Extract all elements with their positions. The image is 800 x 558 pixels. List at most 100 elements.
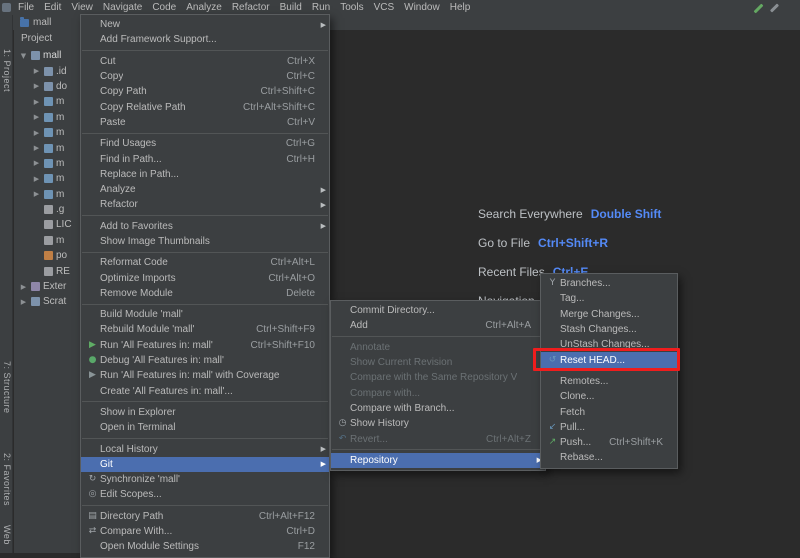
menu-item-paste[interactable]: PasteCtrl+V <box>81 115 329 130</box>
menu-item-clone[interactable]: Clone... <box>541 389 677 404</box>
menubar-item-navigate[interactable]: Navigate <box>98 2 147 13</box>
menubar-item-vcs[interactable]: VCS <box>369 2 400 13</box>
menu-item-git[interactable]: Git▶ <box>81 457 329 472</box>
menu-item-optimize-imports[interactable]: Optimize ImportsCtrl+Alt+O <box>81 270 329 285</box>
menu-item-show-current-revision[interactable]: Show Current Revision <box>331 355 545 370</box>
menubar-item-analyze[interactable]: Analyze <box>181 2 227 13</box>
expand-arrow-icon[interactable]: ▶ <box>32 98 41 106</box>
menu-item-copy-path[interactable]: Copy PathCtrl+Shift+C <box>81 84 329 99</box>
menu-item-analyze[interactable]: Analyze▶ <box>81 182 329 197</box>
menu-item-directory-path[interactable]: ▤Directory PathCtrl+Alt+F12 <box>81 509 329 524</box>
menu-item-rebuild-module-mall[interactable]: Rebuild Module 'mall'Ctrl+Shift+F9 <box>81 322 329 337</box>
expand-arrow-icon[interactable]: ▶ <box>32 82 41 90</box>
menu-item-label: Synchronize 'mall' <box>100 474 180 485</box>
menu-item-compare-with-branch[interactable]: Compare with Branch... <box>331 401 545 416</box>
menu-item-synchronize-mall[interactable]: ↻Synchronize 'mall' <box>81 472 329 487</box>
menubar-item-code[interactable]: Code <box>147 2 181 13</box>
tree-item-label: .id <box>56 66 67 77</box>
menu-item-show-image-thumbnails[interactable]: Show Image Thumbnails <box>81 234 329 249</box>
menu-item-cut[interactable]: CutCtrl+X <box>81 54 329 69</box>
tree-item-label: RE <box>56 266 70 277</box>
menu-item-fetch[interactable]: Fetch <box>541 404 677 419</box>
stripe-web-button[interactable]: Web <box>2 525 12 545</box>
menu-item-replace-in-path[interactable]: Replace in Path... <box>81 167 329 182</box>
menu-item-push[interactable]: ↗Push...Ctrl+Shift+K <box>541 435 677 450</box>
menu-item-label: Find Usages <box>100 138 156 149</box>
menubar-item-run[interactable]: Run <box>307 2 335 13</box>
menu-item-compare-with-the-same-repository-version[interactable]: Compare with the Same Repository Version <box>331 370 545 385</box>
expand-arrow-icon[interactable]: ▶ <box>32 144 41 152</box>
menu-item-remove-module[interactable]: Remove ModuleDelete <box>81 286 329 301</box>
menu-item-label: Stash Changes... <box>560 324 637 335</box>
menu-item-copy-relative-path[interactable]: Copy Relative PathCtrl+Alt+Shift+C <box>81 99 329 114</box>
menu-item-build-module-mall[interactable]: Build Module 'mall' <box>81 307 329 322</box>
git-submenu: Commit Directory...AddCtrl+Alt+A Annotate… <box>330 300 546 471</box>
menu-item-add[interactable]: AddCtrl+Alt+A <box>331 318 545 333</box>
menu-item-revert[interactable]: ↶Revert...Ctrl+Alt+Z <box>331 431 545 446</box>
menu-item-edit-scopes[interactable]: ◎Edit Scopes... <box>81 487 329 502</box>
menu-item-tag[interactable]: Tag... <box>541 291 677 306</box>
menu-item-show-history[interactable]: ◷Show History <box>331 416 545 431</box>
menu-item-reformat-code[interactable]: Reformat CodeCtrl+Alt+L <box>81 255 329 270</box>
menubar-item-tools[interactable]: Tools <box>335 2 368 13</box>
menu-item-merge-changes[interactable]: Merge Changes... <box>541 307 677 322</box>
menu-item-unstash-changes[interactable]: UnStash Changes... <box>541 337 677 352</box>
menu-item-pull[interactable]: ↙Pull... <box>541 420 677 435</box>
stripe-project-button[interactable]: 1: Project <box>2 49 12 92</box>
menu-item-new[interactable]: New▶ <box>81 17 329 32</box>
menu-item-shortcut: Ctrl+Alt+Shift+C <box>229 102 315 113</box>
expand-arrow-icon[interactable]: ▶ <box>32 67 41 75</box>
expand-arrow-icon[interactable]: ▶ <box>32 175 41 183</box>
module-icon <box>44 113 53 122</box>
menu-item-compare-with[interactable]: ⇄Compare With...Ctrl+D <box>81 524 329 539</box>
navbar-project[interactable]: mall <box>33 17 51 28</box>
menubar-item-help[interactable]: Help <box>445 2 476 13</box>
expand-arrow-icon[interactable]: ▶ <box>19 283 28 291</box>
menu-item-reset-head[interactable]: ↺Reset HEAD... <box>541 352 677 367</box>
expand-arrow-icon[interactable]: ▶ <box>32 129 41 137</box>
menubar-item-build[interactable]: Build <box>275 2 307 13</box>
stripe-structure-button[interactable]: 7: Structure <box>2 361 12 414</box>
menubar-item-refactor[interactable]: Refactor <box>227 2 275 13</box>
menu-item-refactor[interactable]: Refactor▶ <box>81 197 329 212</box>
menu-item-annotate[interactable]: Annotate <box>331 340 545 355</box>
menu-item-copy[interactable]: CopyCtrl+C <box>81 69 329 84</box>
menu-item-find-in-path[interactable]: Find in Path...Ctrl+H <box>81 151 329 166</box>
menu-item-shortcut: Ctrl+Alt+L <box>257 257 315 268</box>
menu-item-shortcut: Ctrl+Shift+F9 <box>242 324 315 335</box>
menu-item-open-in-terminal[interactable]: Open in Terminal <box>81 420 329 435</box>
menu-item-repository[interactable]: Repository▶ <box>331 453 545 468</box>
menubar-item-file[interactable]: File <box>13 2 39 13</box>
menu-item-remotes[interactable]: Remotes... <box>541 374 677 389</box>
menu-item-label: Create 'All Features in: mall'... <box>100 386 233 397</box>
menu-item-run-all-features-in-mall-with-coverage[interactable]: ▶Run 'All Features in: mall' with Covera… <box>81 368 329 383</box>
menubar-item-window[interactable]: Window <box>399 2 445 13</box>
menu-item-open-module-settings[interactable]: Open Module SettingsF12 <box>81 539 329 554</box>
menu-item-debug-all-features-in-mall[interactable]: ●Debug 'All Features in: mall' <box>81 353 329 368</box>
collapse-arrow-icon[interactable]: ▼ <box>19 52 28 60</box>
menu-item-label: Rebase... <box>560 452 603 463</box>
menu-item-add-framework-support[interactable]: Add Framework Support... <box>81 32 329 47</box>
menu-item-create-all-features-in-mall[interactable]: Create 'All Features in: mall'... <box>81 384 329 399</box>
menu-item-compare-with[interactable]: Compare with... <box>331 385 545 400</box>
expand-arrow-icon[interactable]: ▶ <box>32 190 41 198</box>
wrench-icon[interactable] <box>754 3 764 13</box>
menu-item-shortcut: Ctrl+C <box>272 71 315 82</box>
menu-item-stash-changes[interactable]: Stash Changes... <box>541 322 677 337</box>
expand-arrow-icon[interactable]: ▶ <box>19 298 28 306</box>
menubar-item-edit[interactable]: Edit <box>39 2 66 13</box>
menu-item-local-history[interactable]: Local History▶ <box>81 441 329 456</box>
menu-item-commit-directory[interactable]: Commit Directory... <box>331 303 545 318</box>
menubar-item-view[interactable]: View <box>66 2 98 13</box>
menu-item-find-usages[interactable]: Find UsagesCtrl+G <box>81 136 329 151</box>
expand-arrow-icon[interactable]: ▶ <box>32 113 41 121</box>
menu-item-show-in-explorer[interactable]: Show in Explorer <box>81 405 329 420</box>
expand-arrow-icon[interactable]: ▶ <box>32 159 41 167</box>
menu-item-rebase[interactable]: Rebase... <box>541 450 677 465</box>
menu-item-branches[interactable]: YBranches... <box>541 276 677 291</box>
history-icon: ◷ <box>335 419 350 428</box>
menu-item-add-to-favorites[interactable]: Add to Favorites▶ <box>81 219 329 234</box>
stripe-favorites-button[interactable]: 2: Favorites <box>2 453 12 506</box>
menu-item-run-all-features-in-mall[interactable]: ▶Run 'All Features in: mall'Ctrl+Shift+F… <box>81 338 329 353</box>
menu-item-label: Build Module 'mall' <box>100 309 183 320</box>
